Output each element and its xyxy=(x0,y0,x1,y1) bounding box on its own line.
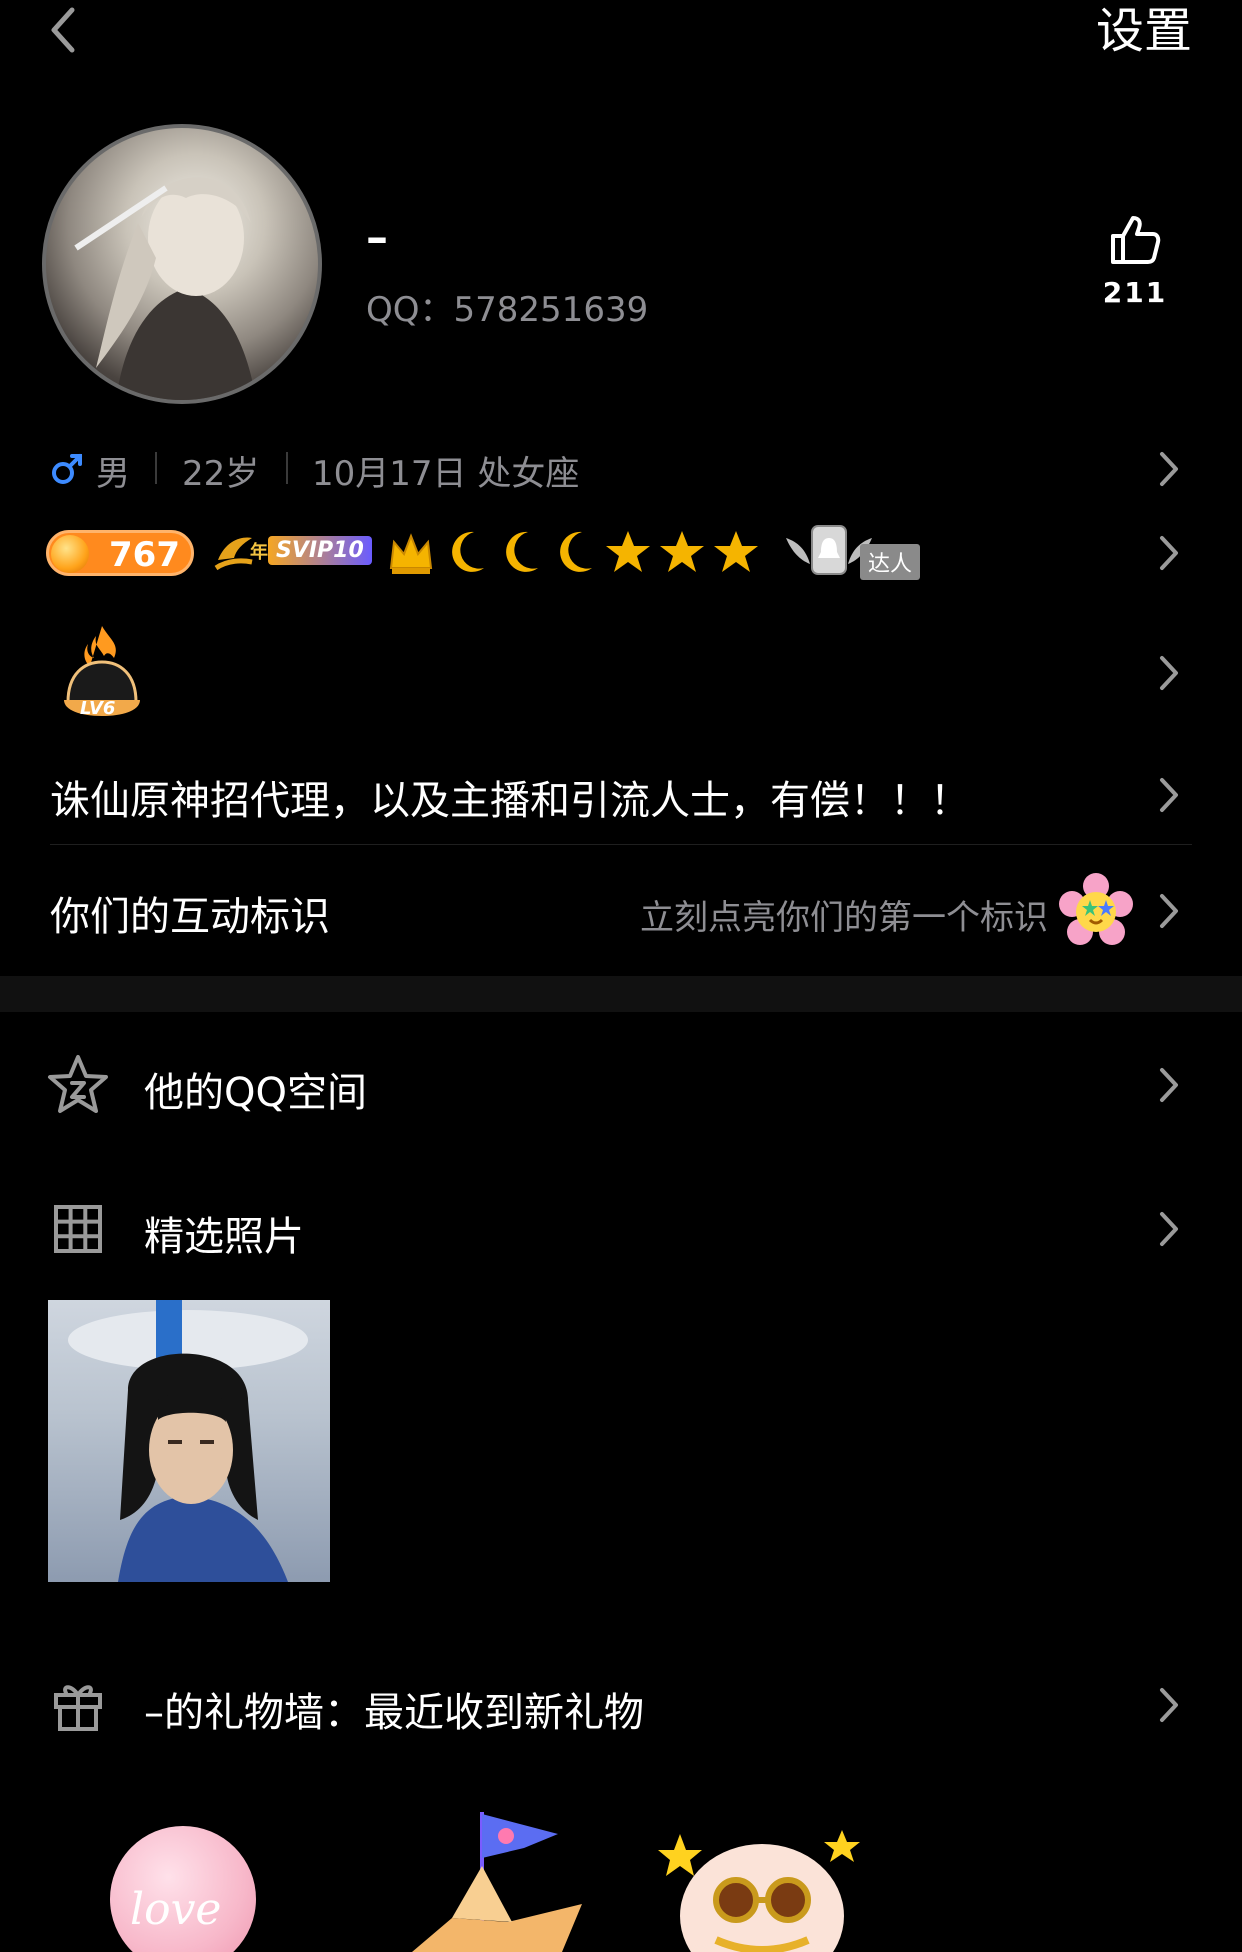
daren-label: 达人 xyxy=(860,544,921,580)
gift-wall-label: –的礼物墙：最近收到新礼物 xyxy=(144,1690,644,1736)
coin-badge: 767 xyxy=(46,530,194,576)
level-row[interactable]: LV6 xyxy=(0,618,1242,728)
back-icon xyxy=(51,7,75,53)
svip-wing-icon xyxy=(214,537,253,571)
qzone-row[interactable]: 他的QQ空间 xyxy=(0,1050,1242,1120)
section-separator xyxy=(0,976,1242,1012)
moon-icon xyxy=(560,531,592,572)
info-separator xyxy=(155,452,157,484)
qzone-star-icon xyxy=(46,1053,110,1117)
daren-badge: 达人 xyxy=(784,520,926,582)
chevron-right-icon xyxy=(1154,1064,1184,1106)
interaction-title: 你们的互动标识 xyxy=(50,894,330,940)
basic-info-row[interactable]: 男 22岁 10月17日 处女座 xyxy=(0,440,1242,496)
star-icon xyxy=(660,531,704,572)
crown-icon xyxy=(389,533,433,574)
flower-mascot-icon xyxy=(1059,873,1133,945)
svip-year: 年 xyxy=(250,542,268,563)
grid-icon xyxy=(46,1197,110,1261)
avatar-image xyxy=(74,177,256,400)
chevron-right-icon xyxy=(1154,1208,1184,1250)
back-button[interactable] xyxy=(44,4,84,56)
chevron-right-icon xyxy=(1154,774,1184,816)
avatar[interactable] xyxy=(42,124,322,404)
signature-row[interactable]: 诛仙原神招代理，以及主播和引流人士，有偿！！！ xyxy=(0,764,1242,824)
chevron-right-icon xyxy=(1154,652,1184,694)
gift-item[interactable] xyxy=(656,1820,868,1952)
like-count: 211 xyxy=(1102,276,1168,309)
moon-icon xyxy=(506,531,538,572)
photos-label: 精选照片 xyxy=(144,1214,304,1260)
qq-number: QQ：578251639 xyxy=(366,290,649,330)
svip-badge: 年 SVIP10 xyxy=(214,530,372,576)
interaction-hint: 立刻点亮你们的第一个标识 xyxy=(640,898,1048,938)
settings-button[interactable]: 设置 xyxy=(1096,0,1192,62)
like-button[interactable]: 211 xyxy=(1090,212,1180,322)
gift-wall-row[interactable]: –的礼物墙：最近收到新礼物 xyxy=(0,1670,1242,1740)
love-bubble-gift: love xyxy=(110,1826,256,1952)
chevron-right-icon xyxy=(1154,1684,1184,1726)
thumbs-up-icon xyxy=(1111,216,1161,264)
featured-photos-row[interactable]: 精选照片 xyxy=(0,1194,1242,1264)
male-icon xyxy=(52,454,82,484)
chevron-right-icon xyxy=(1154,532,1184,574)
coin-value: 767 xyxy=(109,535,180,575)
signature-text: 诛仙原神招代理，以及主播和引流人士，有偿！！！ xyxy=(50,778,970,824)
qzone-label: 他的QQ空间 xyxy=(144,1070,367,1116)
nickname: – xyxy=(366,212,388,263)
svip-label: SVIP10 xyxy=(268,536,372,565)
chevron-right-icon xyxy=(1154,890,1184,932)
photo-thumbnail[interactable] xyxy=(48,1300,330,1582)
gender-label: 男 xyxy=(96,454,130,494)
level-label: LV6 xyxy=(80,698,116,719)
chevron-right-icon xyxy=(1154,448,1184,490)
divider xyxy=(50,844,1192,845)
gift-love-text: love xyxy=(130,1884,222,1935)
badges-row[interactable]: 767 年 SVIP10 达人 xyxy=(0,514,1242,590)
photo-image xyxy=(68,1300,308,1582)
star-icon xyxy=(606,531,650,572)
paper-boat-flag-gift xyxy=(412,1812,582,1952)
coin-icon xyxy=(51,535,89,573)
gift-icon xyxy=(46,1673,110,1737)
birthday-label: 10月17日 处女座 xyxy=(312,454,580,494)
star-icon xyxy=(714,531,758,572)
cool-pig-gift xyxy=(658,1830,860,1952)
interaction-mark-row[interactable]: 你们的互动标识 立刻点亮你们的第一个标识 xyxy=(0,870,1242,950)
age-label: 22岁 xyxy=(182,454,260,494)
info-separator xyxy=(286,452,288,484)
moon-icon xyxy=(452,531,484,572)
gift-item[interactable]: love xyxy=(110,1826,256,1952)
gift-item[interactable] xyxy=(412,1806,588,1952)
